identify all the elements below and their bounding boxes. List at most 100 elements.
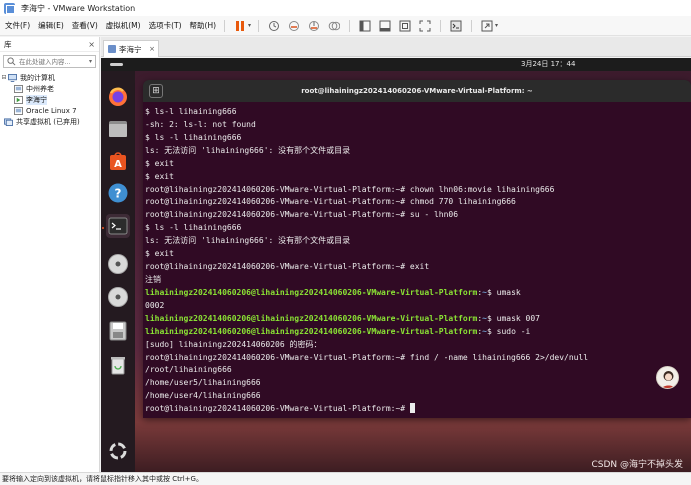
- tree-node-shared-vms[interactable]: 共享虚拟机 (已弃用): [0, 116, 99, 127]
- files-icon[interactable]: [106, 117, 130, 141]
- tab-vm[interactable]: 李海宁 ×: [103, 40, 159, 57]
- terminal-line: $ exit: [145, 158, 691, 171]
- terminal-line: /home/user4/lihaining666: [145, 390, 691, 403]
- fit-guest-icon[interactable]: [398, 19, 412, 33]
- tree-label: 中州养老: [26, 84, 54, 93]
- stretch-dropdown-icon[interactable]: ▾: [495, 22, 498, 29]
- avatar[interactable]: [656, 366, 679, 389]
- library-search[interactable]: ▾: [3, 55, 96, 68]
- terminal-line: $ ls -l lihaining666: [145, 222, 691, 235]
- show-library-icon[interactable]: [358, 19, 372, 33]
- snapshot-icon[interactable]: [287, 19, 301, 33]
- prompt-user: lihainingz202414060206@lihainingz2024140…: [145, 326, 478, 336]
- send-ctrl-alt-del-icon[interactable]: [267, 19, 281, 33]
- menu-view[interactable]: 查看(V): [67, 20, 101, 31]
- show-apps-icon[interactable]: [106, 439, 130, 463]
- tab-label: 李海宁: [119, 44, 142, 54]
- pause-icon[interactable]: [233, 19, 247, 33]
- tree-node-vm[interactable]: Oracle Linux 7: [0, 105, 99, 116]
- revert-snapshot-icon[interactable]: [307, 19, 321, 33]
- tab-strip: 李海宁 ×: [101, 37, 691, 57]
- watermark: CSDN @海宁不掉头发: [591, 460, 683, 470]
- tree-label: 李海宁: [26, 94, 47, 105]
- line-text: $ exit: [145, 249, 174, 259]
- disc-icon[interactable]: [106, 252, 130, 276]
- vm-icon: [14, 84, 23, 93]
- prompt-user: lihainingz202414060206@lihainingz2024140…: [145, 287, 478, 297]
- stretch-icon[interactable]: [480, 19, 494, 33]
- command-text: $ umask: [487, 287, 521, 297]
- svg-text:A: A: [114, 159, 122, 170]
- search-dropdown-icon[interactable]: ▾: [89, 58, 92, 65]
- computer-icon: [8, 73, 17, 82]
- clock[interactable]: 3月24日 17：44: [521, 59, 575, 69]
- gnome-top-bar: 3月24日 17：44: [101, 58, 691, 71]
- pause-dropdown-icon[interactable]: ▾: [248, 22, 251, 29]
- status-bar: 要将输入定向到该虚拟机，请将鼠标指针移入其中或按 Ctrl+G。: [0, 472, 691, 485]
- firefox-icon[interactable]: [106, 85, 130, 109]
- running-indicator: [102, 227, 104, 229]
- line-text: /home/user4/lihaining666: [145, 391, 261, 401]
- toolbar-separator: [471, 19, 473, 32]
- line-text: $ ls -l lihaining666: [145, 132, 242, 142]
- trash-icon[interactable]: [106, 353, 130, 377]
- terminal-line: $ exit: [145, 248, 691, 261]
- toolbar-separator: [224, 19, 226, 32]
- terminal-line: root@lihainingz202414060206-VMware-Virtu…: [145, 209, 691, 222]
- search-icon: [7, 57, 16, 66]
- terminal-line: ls: 无法访问 'lihaining666': 没有那个文件或目录: [145, 235, 691, 248]
- line-text: 0002: [145, 300, 165, 310]
- full-screen-icon[interactable]: [418, 19, 432, 33]
- library-panel: 库 × ▾ ⊟ 我的计算机 中州养老 李海宁 Oracle Linux 7 共享…: [0, 37, 100, 472]
- tree-node-vm-selected[interactable]: 李海宁: [0, 94, 99, 105]
- tree-node-my-computer[interactable]: ⊟ 我的计算机: [0, 72, 99, 83]
- library-search-input[interactable]: [19, 57, 79, 66]
- activities-indicator-icon[interactable]: [110, 63, 123, 66]
- terminal-line: root@lihainingz202414060206-VMware-Virtu…: [145, 352, 691, 365]
- line-text: $ ls -l lihaining666: [145, 223, 242, 233]
- vm-icon: [14, 106, 23, 115]
- line-text: -sh: 2: ls-l: not found: [145, 119, 256, 129]
- manage-snapshots-icon[interactable]: [327, 19, 341, 33]
- line-text: $ exit: [145, 171, 174, 181]
- terminal-line: 0002: [145, 300, 691, 313]
- terminal-line: /root/lihaining666: [145, 364, 691, 377]
- menu-tabs[interactable]: 选项卡(T): [144, 20, 185, 31]
- help-icon[interactable]: ?: [106, 181, 130, 205]
- terminal-line: $ exit: [145, 171, 691, 184]
- line-text: /home/user5/lihaining666: [145, 378, 261, 388]
- menu-help[interactable]: 帮助(H): [185, 20, 220, 31]
- vm-screen[interactable]: 3月24日 17：44 A ? ⊞ root@lihainingz2024140…: [101, 58, 691, 472]
- window-title: 李海宁 - VMware Workstation: [21, 3, 136, 13]
- console-view-icon[interactable]: [449, 19, 463, 33]
- terminal-icon[interactable]: [106, 214, 130, 238]
- library-title: 库: [4, 39, 12, 49]
- new-tab-icon[interactable]: ⊞: [149, 84, 163, 98]
- terminal-line: 注销: [145, 274, 691, 287]
- terminal-title: root@lihainingz202414060206-VMware-Virtu…: [301, 87, 533, 95]
- disc-icon[interactable]: [106, 285, 130, 309]
- menu-edit[interactable]: 编辑(E): [33, 20, 67, 31]
- command-text: $ umask 007: [487, 313, 540, 323]
- svg-text:?: ?: [115, 187, 122, 201]
- terminal-line: lihainingz202414060206@lihainingz2024140…: [145, 287, 521, 297]
- terminal-line: [sudo] lihainingz202414060206 的密码：: [145, 339, 691, 352]
- collapse-icon[interactable]: ⊟: [0, 74, 8, 81]
- tree-node-vm[interactable]: 中州养老: [0, 83, 99, 94]
- terminal-window[interactable]: ⊞ root@lihainingz202414060206-VMware-Vir…: [143, 80, 691, 418]
- line-text: ls: 无法访问 'lihaining666': 没有那个文件或目录: [145, 236, 351, 246]
- terminal-line: /home/user5/lihaining666: [145, 377, 691, 390]
- toolbar-separator: [440, 19, 442, 32]
- toolbar-separator: [349, 19, 351, 32]
- terminal-line: lihainingz202414060206@lihainingz2024140…: [145, 313, 540, 323]
- terminal-output[interactable]: $ ls-l lihaining666 -sh: 2: ls-l: not fou…: [143, 102, 691, 416]
- save-icon[interactable]: [106, 319, 130, 343]
- menu-file[interactable]: 文件(F): [0, 20, 33, 31]
- close-library-icon[interactable]: ×: [88, 40, 95, 49]
- line-text: $ ls-l lihaining666: [145, 107, 237, 116]
- app-center-icon[interactable]: A: [106, 149, 130, 173]
- menu-vm[interactable]: 虚拟机(M): [101, 20, 144, 31]
- thumbnail-bar-icon[interactable]: [378, 19, 392, 33]
- close-tab-icon[interactable]: ×: [149, 45, 155, 53]
- vm-tree: ⊟ 我的计算机 中州养老 李海宁 Oracle Linux 7 共享虚拟机 (已…: [0, 72, 99, 127]
